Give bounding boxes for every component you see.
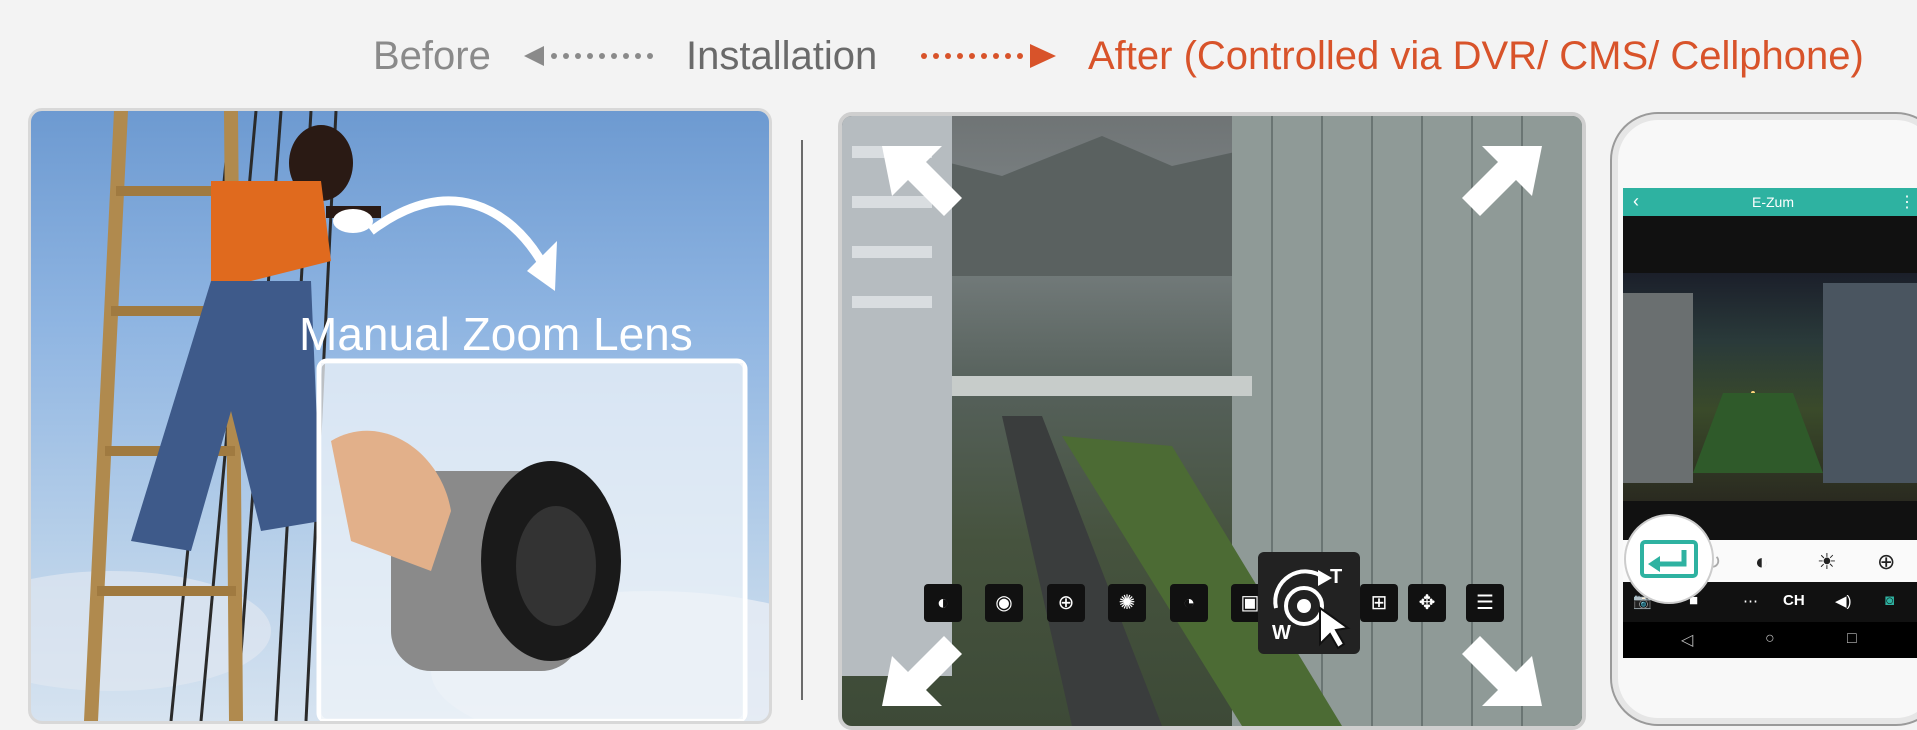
grid-icon[interactable]: ⊕ <box>1047 584 1085 622</box>
cellphone: ‹ E-Zum ⋮ ↻ ◐ ☀ ⊕ 📷 ■ ⋯ CH ◀) ◙ <box>1610 112 1917 726</box>
manual-zoom-panel: Manual Zoom Lens <box>28 108 772 724</box>
aperture-icon[interactable]: ✺ <box>1108 584 1146 622</box>
divider <box>801 140 803 700</box>
snapshot-icon[interactable]: ◙ <box>1885 592 1894 609</box>
nav-home-icon[interactable]: ○ <box>1765 630 1775 648</box>
speed-icon[interactable]: ◔ <box>1170 584 1208 622</box>
channel-button[interactable]: CH <box>1783 592 1805 609</box>
zoom-tele-label: T <box>1330 566 1343 588</box>
globe-icon[interactable]: ⊕ <box>1877 549 1895 575</box>
zoom-select-icon[interactable]: ⊞ <box>1360 584 1398 622</box>
app-title: E-Zum <box>1752 194 1794 210</box>
right-arrow-dots-icon <box>921 44 1056 68</box>
speaker-icon[interactable]: ◀) <box>1835 592 1852 610</box>
android-nav-bar: ◁ ○ □ <box>1623 622 1917 658</box>
contrast-icon-phone[interactable]: ◐ <box>1755 549 1768 575</box>
phone-live-view <box>1623 273 1917 501</box>
pan-move-icon[interactable]: ✥ <box>1408 584 1446 622</box>
left-arrow-dots-icon <box>524 46 653 66</box>
zoom-wide-label: W <box>1272 622 1291 644</box>
contrast-icon[interactable]: ◐ <box>924 584 962 622</box>
installer-illustration <box>31 111 769 721</box>
nav-recent-icon[interactable]: □ <box>1847 630 1857 648</box>
menu-icon[interactable]: ☰ <box>1466 584 1504 622</box>
more-icon[interactable]: ⋮ <box>1899 192 1915 212</box>
grid-menu-icon[interactable]: ⋯ <box>1743 592 1758 610</box>
enter-button[interactable] <box>1624 514 1714 604</box>
zoom-button[interactable]: T W <box>1258 552 1360 654</box>
cityscape-illustration <box>842 116 1582 726</box>
dvr-live-view: ◐ ◉ ⊕ ✺ ◔ ▣ T W ⊞ ✥ ☰ <box>838 112 1586 730</box>
before-label: Before <box>373 34 491 78</box>
brightness-icon[interactable]: ☀ <box>1817 549 1837 575</box>
manual-zoom-caption: Manual Zoom Lens <box>299 308 693 360</box>
night-city-illustration <box>1623 283 1917 483</box>
enter-icon <box>1640 540 1698 578</box>
iris-icon[interactable]: ◉ <box>985 584 1023 622</box>
app-bar: ‹ E-Zum ⋮ <box>1623 188 1917 216</box>
header: Before Installation After (Controlled vi… <box>0 28 1917 88</box>
after-label: After (Controlled via DVR/ CMS/ Cellphon… <box>1088 34 1864 78</box>
installation-label: Installation <box>686 34 878 78</box>
nav-back-icon[interactable]: ◁ <box>1681 630 1693 650</box>
